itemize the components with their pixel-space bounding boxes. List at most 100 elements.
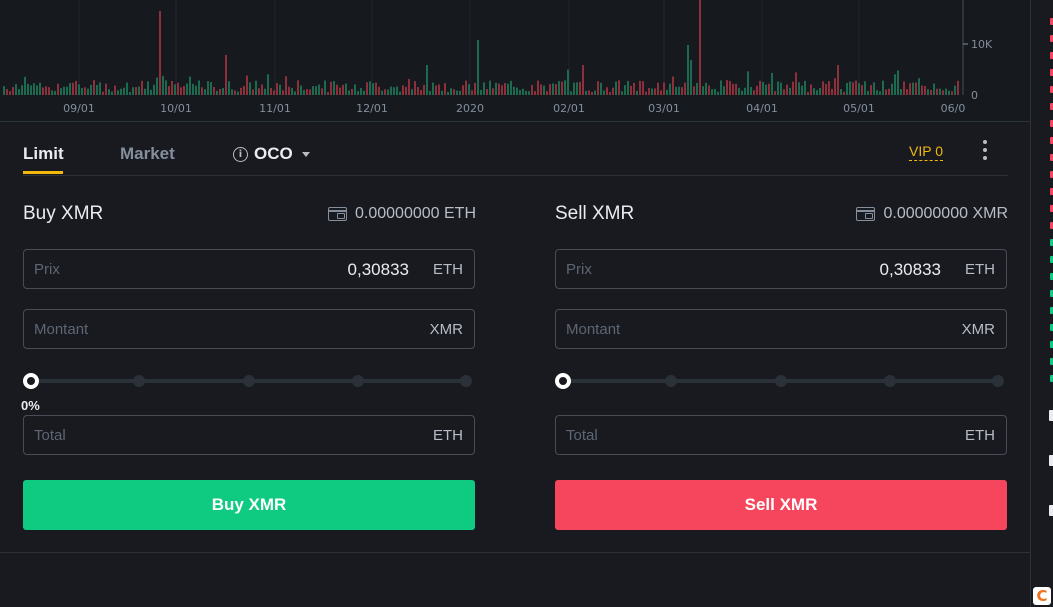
x-tick: 2020 (456, 102, 484, 115)
volume-bar (549, 84, 551, 95)
volume-bar (150, 89, 152, 95)
volume-bar (657, 82, 659, 95)
volume-bar (285, 76, 287, 95)
volume-bar (384, 89, 386, 95)
buy-total-placeholder: Total (34, 427, 66, 444)
volume-bar (897, 70, 899, 95)
volume-bar (33, 83, 35, 95)
volume-bar (252, 89, 254, 95)
volume-bar (492, 88, 494, 95)
volume-bar (786, 84, 788, 95)
volume-bar (507, 83, 509, 95)
sell-price-field[interactable]: Prix 0,30833 ETH (555, 249, 1007, 289)
volume-bar (708, 85, 710, 95)
slider-thumb[interactable] (23, 373, 39, 389)
volume-bar (879, 91, 881, 95)
sell-balance: 0.00000000 XMR (856, 205, 1008, 223)
volume-bar (99, 82, 101, 95)
rail-text-fragment (1049, 505, 1053, 516)
sell-total-field[interactable]: Total ETH (555, 415, 1007, 455)
volume-bar (144, 88, 146, 95)
x-tick: 12/01 (356, 102, 388, 115)
more-icon[interactable] (980, 140, 990, 160)
slider-step-75[interactable] (352, 375, 364, 387)
volume-bar (162, 75, 164, 95)
sell-button[interactable]: Sell XMR (555, 480, 1007, 530)
volume-bar (81, 88, 83, 95)
slider-step-50[interactable] (243, 375, 255, 387)
volume-bar (717, 91, 719, 95)
active-tab-indicator (23, 171, 63, 174)
buy-amount-field[interactable]: Montant XMR (23, 309, 475, 349)
volume-bar (15, 84, 17, 95)
volume-bar (819, 87, 821, 95)
volume-bar (366, 82, 368, 95)
volume-bar (834, 78, 836, 95)
slider-step-25[interactable] (133, 375, 145, 387)
slider-step-100[interactable] (460, 375, 472, 387)
x-tick: 02/01 (553, 102, 585, 115)
volume-bar (192, 83, 194, 95)
volume-bar (213, 86, 215, 95)
tab-limit[interactable]: Limit (23, 144, 64, 164)
sell-percent-slider[interactable] (555, 371, 1007, 391)
volume-bar (666, 89, 668, 95)
volume-bar (324, 80, 326, 95)
sell-price-unit: ETH (965, 261, 995, 278)
x-tick: 09/01 (63, 102, 95, 115)
volume-bar (801, 85, 803, 95)
volume-bar (810, 84, 812, 95)
volume-bar (732, 83, 734, 95)
volume-bar (696, 82, 698, 95)
volume-bar (60, 88, 62, 95)
sell-amount-unit: XMR (961, 321, 995, 338)
slider-step-50[interactable] (775, 375, 787, 387)
volume-bar (924, 85, 926, 95)
buy-price-field[interactable]: Prix 0,30833 ETH (23, 249, 475, 289)
vip-level-link[interactable]: VIP 0 (909, 143, 943, 161)
volume-bar (873, 82, 875, 95)
volume-bar (261, 84, 263, 95)
volume-bar (699, 0, 701, 95)
volume-bar (39, 82, 41, 95)
buy-total-field[interactable]: Total ETH (23, 415, 475, 455)
volume-bar (681, 87, 683, 95)
volume-bar (216, 90, 218, 95)
volume-bar (672, 76, 674, 95)
wallet-icon (328, 207, 348, 221)
volume-bar (183, 85, 185, 95)
buy-button[interactable]: Buy XMR (23, 480, 475, 530)
slider-step-25[interactable] (665, 375, 677, 387)
volume-bar (798, 82, 800, 95)
volume-bar (870, 85, 872, 95)
volume-bar (96, 84, 98, 95)
volume-bar (432, 82, 434, 95)
slider-step-75[interactable] (884, 375, 896, 387)
volume-bar (498, 83, 500, 95)
volume-bar (447, 91, 449, 95)
trade-panel: Limit Market i OCO VIP 0 Buy XMR 0.00000… (0, 123, 1030, 553)
buy-percent-slider[interactable] (23, 371, 475, 391)
slider-thumb[interactable] (555, 373, 571, 389)
volume-bar (744, 87, 746, 95)
volume-bar (378, 86, 380, 95)
volume-bar (831, 88, 833, 95)
info-icon[interactable]: i (233, 146, 248, 162)
tab-oco[interactable]: i OCO (233, 144, 310, 164)
volume-bar (249, 82, 251, 95)
volume-bar (444, 83, 446, 95)
order-book-edge (1030, 0, 1053, 607)
volume-bar (825, 83, 827, 95)
slider-step-100[interactable] (992, 375, 1004, 387)
volume-bar (303, 90, 305, 95)
volume-bar (738, 87, 740, 95)
sell-amount-field[interactable]: Montant XMR (555, 309, 1007, 349)
tab-market[interactable]: Market (120, 144, 175, 164)
sell-title: Sell XMR (555, 203, 635, 224)
volume-bar (327, 91, 329, 95)
volume-bar (618, 80, 620, 95)
volume-bar (606, 87, 608, 95)
volume-bar (957, 80, 959, 95)
volume-bar (471, 90, 473, 95)
wallet-icon (856, 207, 876, 221)
